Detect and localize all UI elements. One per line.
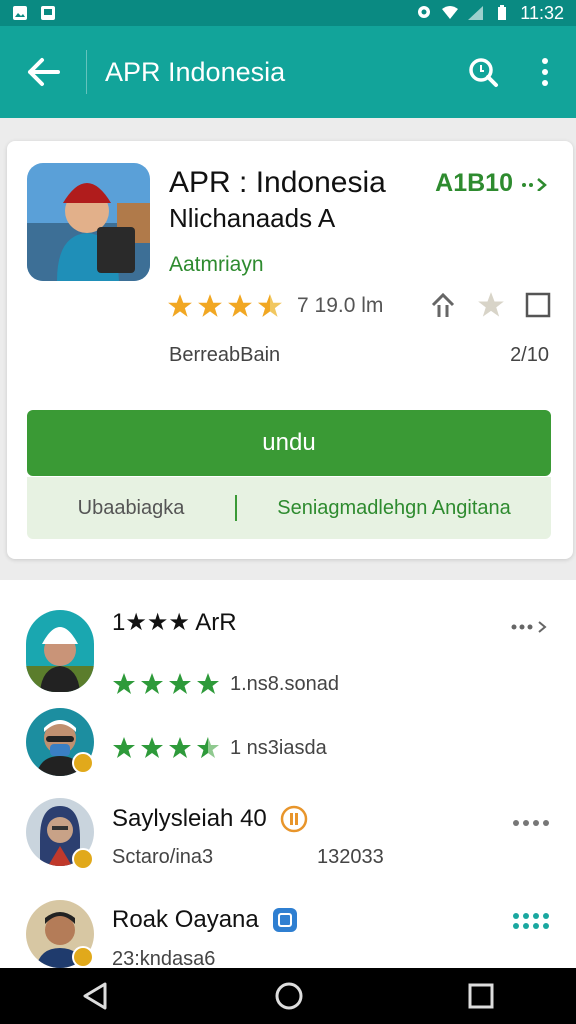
more-vert-icon: [542, 58, 548, 86]
app-version-link[interactable]: A1B10: [435, 169, 551, 198]
list-item-header: Roak Oayana: [112, 906, 299, 934]
grid-dots-icon: [513, 913, 549, 929]
app-version: A1B10: [435, 169, 513, 197]
more-button[interactable]: [512, 808, 550, 834]
list-item-line: 1 ns3iasda: [230, 736, 327, 759]
wishlist-star-icon[interactable]: [477, 291, 505, 319]
list-item-rating: 1 ns3iasda: [112, 736, 327, 760]
app-icon: [27, 163, 150, 281]
install-subrow: Ubaabiagka Seniagmadlehgn Angitana: [27, 477, 551, 539]
star-green-icon: [113, 737, 135, 758]
star-half-icon: [258, 294, 282, 317]
developer-link[interactable]: Aatmriayn: [169, 253, 264, 277]
star-full-icon: [168, 294, 192, 317]
app-rating: 7 19.0 lm: [167, 293, 383, 319]
wifi-icon: [442, 6, 459, 19]
verified-badge: [72, 946, 94, 968]
overflow-menu-button[interactable]: [514, 26, 576, 118]
pause-badge-icon: [280, 805, 308, 833]
list-item-rating: 1.ns8.sonad: [112, 672, 339, 696]
star-full-icon: [228, 294, 252, 317]
star-full-icon: [198, 294, 222, 317]
arrow-back-icon: [28, 58, 60, 86]
star-green-icon: [113, 673, 135, 694]
page-title: APR Indonesia: [105, 56, 286, 87]
checkbox-icon[interactable]: [525, 292, 551, 318]
more-horiz-icon: [511, 621, 547, 633]
more-horiz-icon: [513, 820, 549, 826]
arrow-more-icon: [522, 177, 547, 191]
card-actions: [429, 291, 551, 319]
list-item[interactable]: 1 ns3iasda: [0, 708, 576, 778]
list-item-title: Roak Oayana: [112, 906, 259, 933]
star-green-icon: [169, 737, 191, 758]
sub-action-right[interactable]: Seniagmadlehgn Angitana: [237, 497, 551, 520]
list-item[interactable]: Roak Oayana 23:kndasa6: [0, 896, 576, 970]
more-button[interactable]: [510, 614, 550, 640]
list-item-line: 1.ns8.sonad: [230, 672, 339, 695]
verified-badge: [72, 752, 94, 774]
app-meta-category: BerreabBain: [169, 344, 281, 366]
signal-icon: [468, 6, 484, 20]
install-button[interactable]: undu: [27, 410, 551, 476]
star-green-icon: [141, 737, 163, 758]
list-item-value: 132033: [317, 846, 384, 868]
sub-action-left[interactable]: Ubaabiagka: [27, 497, 235, 520]
app-badge-icon: [272, 908, 297, 932]
status-time: 11:32: [520, 2, 564, 23]
list-item-title: Saylysleiah 40: [112, 805, 267, 832]
app-subtitle: Nlichanaads A: [169, 203, 336, 233]
gallery-notification-icon: [13, 6, 27, 20]
star-green-icon: [197, 673, 219, 694]
review-list: 1★★★ ArR 1.ns8.sonad 1 ns3iasda Saylysle…: [0, 580, 576, 970]
more-button[interactable]: [512, 910, 550, 936]
list-item-header: Saylysleiah 40: [112, 804, 309, 834]
battery-icon: [498, 5, 507, 20]
list-item-title: 1★★★ ArR: [112, 609, 237, 636]
search-icon: [469, 58, 498, 87]
nav-home-icon[interactable]: [273, 980, 305, 1012]
app-bar: APR Indonesia: [0, 26, 576, 118]
nav-recents-icon[interactable]: [467, 982, 495, 1010]
appbar-divider: [86, 50, 87, 94]
back-button[interactable]: [0, 26, 86, 118]
app-meta-value: 2/10: [510, 344, 549, 366]
list-item[interactable]: Saylysleiah 40 Sctaro/ina3 132033: [0, 796, 576, 876]
app-detail-card: APR : Indonesia Nlichanaads A Aatmriayn …: [7, 141, 573, 559]
status-bar: 11:32: [0, 0, 576, 26]
avatar: [26, 610, 94, 692]
share-icon[interactable]: [429, 291, 457, 319]
star-half-green-icon: [197, 737, 219, 758]
search-button[interactable]: [452, 26, 514, 118]
location-icon: [418, 6, 431, 18]
list-item-line: Sctaro/ina3: [112, 846, 214, 868]
star-green-icon: [169, 673, 191, 694]
list-item[interactable]: 1★★★ ArR 1.ns8.sonad: [0, 608, 576, 698]
system-nav-bar: [0, 968, 576, 1024]
nav-back-icon[interactable]: [81, 981, 111, 1011]
app-name: APR : Indonesia: [169, 166, 386, 199]
star-green-icon: [141, 673, 163, 694]
image-notification-icon: [41, 6, 55, 20]
verified-badge: [72, 848, 94, 870]
rating-count: 7 19.0 lm: [297, 294, 384, 317]
list-item-subline: Sctaro/ina3 132033: [112, 846, 384, 869]
